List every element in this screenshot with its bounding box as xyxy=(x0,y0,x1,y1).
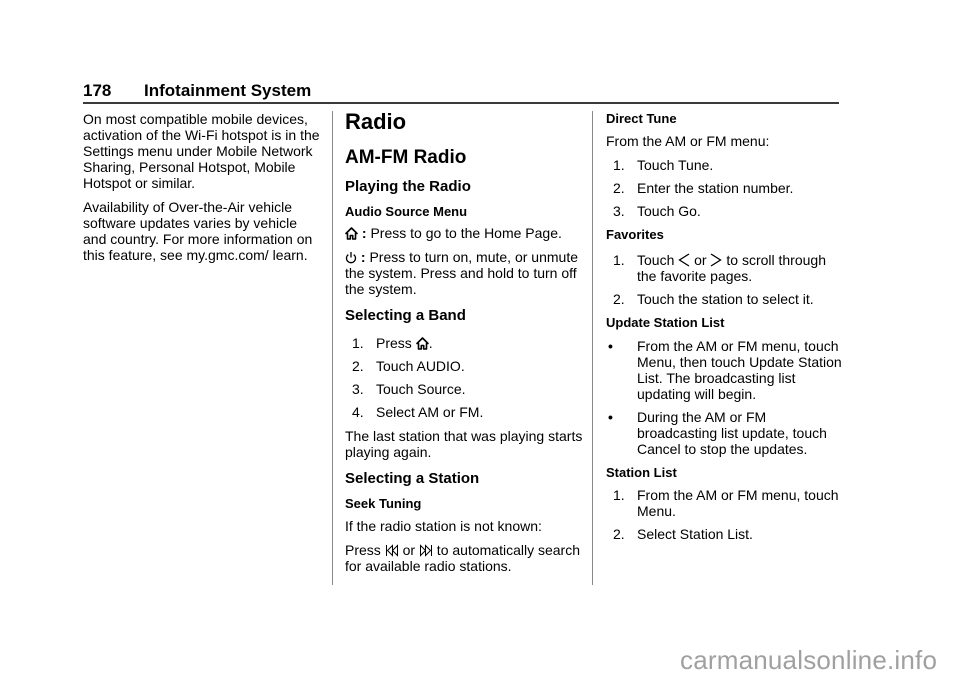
power-separator: : xyxy=(357,249,370,265)
band-steps: 1. Press . 2. Touch AUDIO. 3. Touch Source.… xyxy=(345,335,585,420)
heading-selecting-a-band: Selecting a Band xyxy=(345,307,466,324)
seek-back-icon xyxy=(385,544,399,557)
step-number: 1. xyxy=(613,157,625,173)
step-number: 1. xyxy=(613,252,625,268)
home-item: : Press to go to the Home Page. xyxy=(345,225,585,241)
column-3: Direct Tune From the AM or FM menu: 1. To… xyxy=(606,111,846,550)
list-item: 1. Touch Tune. xyxy=(606,157,846,173)
band-note: The last station that was playing starts… xyxy=(345,428,583,460)
power-icon xyxy=(345,251,357,264)
seek-instructions: Press or to automatically search for ava… xyxy=(345,542,585,574)
list-item: 1. From the AM or FM menu, touch Menu. xyxy=(606,487,846,519)
step-text: Touch Source. xyxy=(376,381,466,397)
step-number: 2. xyxy=(352,358,364,374)
watermark: carmanualsonline.info xyxy=(680,645,938,675)
bullet-text: From the AM or FM menu, touch Menu, then… xyxy=(637,338,842,402)
bullet: • xyxy=(608,338,613,354)
power-description: Press to turn on, mute, or unmute the sy… xyxy=(345,249,578,297)
step-number: 3. xyxy=(613,203,625,219)
step-text: Select AM or FM. xyxy=(376,404,484,420)
heading-direct-tune: Direct Tune xyxy=(606,111,677,126)
list-item: • During the AM or FM broadcasting list u… xyxy=(606,409,846,457)
list-item: 2. Enter the station number. xyxy=(606,180,846,196)
section-title-radio: Radio xyxy=(345,109,407,134)
seek-intro: If the radio station is not known: xyxy=(345,518,542,534)
direct-tune-steps: 1. Touch Tune. 2. Enter the station number… xyxy=(606,157,846,219)
direct-tune-intro: From the AM or FM menu: xyxy=(606,133,770,149)
step-text: Enter the station number. xyxy=(637,180,794,196)
list-item: 4. Select AM or FM. xyxy=(345,404,585,420)
update-station-list-bullets: • From the AM or FM menu, touch Menu, the… xyxy=(606,338,846,457)
step-text-end: . xyxy=(428,335,433,351)
step-text: Touch xyxy=(637,252,679,268)
list-item: 2. Touch the station to select it. xyxy=(606,291,846,307)
list-item: 1. Touch or to scroll through the favorit… xyxy=(606,252,846,284)
step-text-or: or xyxy=(690,252,711,268)
step-text: Touch AUDIO. xyxy=(376,358,465,374)
home-icon xyxy=(415,337,429,350)
step-text: Select Station List. xyxy=(637,526,753,542)
step-number: 1. xyxy=(352,335,364,351)
column-2: Radio AM-FM Radio Playing the Radio Audi… xyxy=(345,109,585,582)
step-number: 2. xyxy=(613,291,625,307)
step-text: From the AM or FM menu, touch Menu. xyxy=(637,487,839,519)
heading-selecting-a-station: Selecting a Station xyxy=(345,470,480,487)
heading-station-list: Station List xyxy=(606,465,677,480)
list-item: 2. Touch AUDIO. xyxy=(345,358,585,374)
chapter-title: Infotainment System xyxy=(144,81,312,100)
wifi-hotspot-paragraph: On most compatible mobile devices, activ… xyxy=(83,111,320,191)
list-item: 3. Touch Go. xyxy=(606,203,846,219)
list-item: • From the AM or FM menu, touch Menu, the… xyxy=(606,338,846,402)
heading-seek-tuning: Seek Tuning xyxy=(345,496,422,511)
step-number: 4. xyxy=(352,404,364,420)
step-text: Touch Go. xyxy=(637,203,701,219)
step-number: 2. xyxy=(613,180,625,196)
column-divider xyxy=(332,111,333,585)
home-icon xyxy=(345,227,358,240)
bullet-text: During the AM or FM broadcasting list up… xyxy=(637,409,827,457)
power-item: : Press to turn on, mute, or unmute the … xyxy=(345,249,585,297)
ota-updates-paragraph: Availability of Over-the-Air vehicle sof… xyxy=(83,199,313,263)
step-number: 2. xyxy=(613,526,625,542)
bullet: • xyxy=(608,409,613,425)
favorites-steps: 1. Touch or to scroll through the favorit… xyxy=(606,252,846,307)
seek-forward-icon xyxy=(419,544,433,557)
heading-playing-the-radio: Playing the Radio xyxy=(345,178,471,195)
chevron-left-icon xyxy=(678,253,690,267)
heading-favorites: Favorites xyxy=(606,227,664,242)
step-text: Touch Tune. xyxy=(637,157,714,173)
column-divider xyxy=(592,111,593,585)
home-separator: : xyxy=(358,225,371,241)
station-list-steps: 1. From the AM or FM menu, touch Menu. 2.… xyxy=(606,487,846,542)
step-number: 1. xyxy=(613,487,625,503)
heading-am-fm-radio: AM-FM Radio xyxy=(345,147,467,168)
chevron-right-icon xyxy=(710,253,723,267)
page-number: 178 xyxy=(83,81,112,100)
column-1: On most compatible mobile devices, activ… xyxy=(83,111,323,271)
step-text: Touch the station to select it. xyxy=(637,291,814,307)
seek-text-or: or xyxy=(398,542,419,558)
heading-update-station-list: Update Station List xyxy=(606,315,725,330)
step-number: 3. xyxy=(352,381,364,397)
header-rule xyxy=(83,102,839,104)
seek-text-press: Press xyxy=(345,542,385,558)
list-item: 3. Touch Source. xyxy=(345,381,585,397)
list-item: 2. Select Station List. xyxy=(606,526,846,542)
list-item: 1. Press . xyxy=(345,335,585,351)
step-text: Press xyxy=(376,335,416,351)
heading-audio-source-menu: Audio Source Menu xyxy=(345,204,468,219)
home-description: Press to go to the Home Page. xyxy=(370,225,562,241)
